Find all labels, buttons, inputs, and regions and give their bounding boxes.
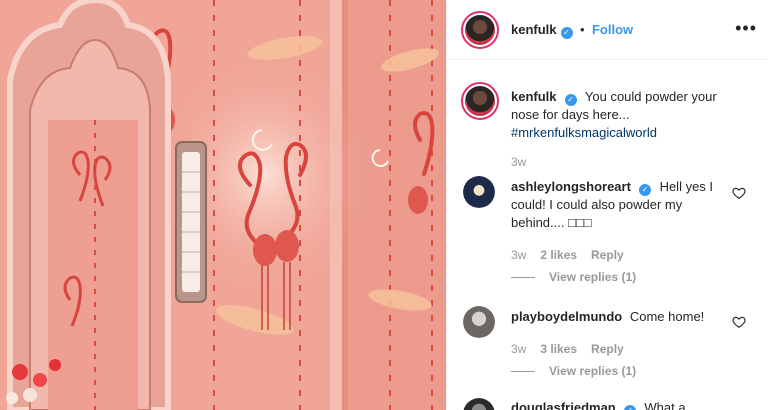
comment-meta: 3w 3 likes Reply [511, 342, 638, 356]
more-options-icon[interactable]: ••• [735, 18, 757, 39]
commenter-avatar[interactable] [463, 306, 495, 338]
comment-text: playboydelmundo Come home! [511, 308, 726, 326]
caption-time[interactable]: 3w [511, 155, 526, 169]
comment-body: What a [644, 400, 686, 410]
reply-button[interactable]: Reply [591, 342, 624, 356]
commenter-avatar[interactable] [463, 176, 495, 208]
caption-hashtag[interactable]: #mrkenfulksmagicalworld [511, 125, 657, 140]
author-line: kenfulk ✓ • Follow [511, 21, 633, 39]
comment-text: douglasfriedman ✓ What a [511, 399, 726, 410]
comment-body: Come home! [629, 309, 705, 324]
post-header: kenfulk ✓ • Follow ••• [447, 0, 768, 60]
post-side-panel: kenfulk ✓ • Follow ••• kenfulk ✓ You could… [446, 0, 768, 410]
author-username[interactable]: kenfulk [511, 22, 557, 37]
author-avatar[interactable] [461, 11, 499, 49]
powder-room-photo [0, 0, 446, 410]
verified-badge-icon: ✓ [560, 27, 573, 39]
replies-line [511, 277, 535, 279]
caption-avatar[interactable] [461, 82, 499, 120]
reply-button[interactable]: Reply [591, 248, 624, 262]
post-image[interactable] [0, 0, 446, 410]
comment-time[interactable]: 3w [511, 248, 526, 262]
comment-likes[interactable]: 3 likes [540, 342, 577, 356]
view-replies-label: View replies (1) [549, 270, 637, 284]
comment-meta: 3w 2 likes Reply [511, 248, 638, 262]
caption-username[interactable]: kenfulk [511, 89, 557, 104]
caption-text: kenfulk ✓ You could powder your nose for … [511, 88, 726, 142]
verified-badge-icon: ✓ [623, 405, 636, 410]
view-replies-button[interactable]: View replies (1) [511, 364, 636, 378]
like-heart-icon[interactable] [732, 186, 746, 200]
follow-button[interactable]: Follow [592, 22, 633, 37]
comment-text: ashleylongshoreart ✓ Hell yes I could! I … [511, 178, 726, 232]
like-heart-icon[interactable] [732, 315, 746, 329]
comment-time[interactable]: 3w [511, 342, 526, 356]
verified-badge-icon: ✓ [564, 94, 577, 106]
verified-badge-icon: ✓ [638, 184, 651, 196]
commenter-username[interactable]: playboydelmundo [511, 309, 622, 324]
comment-likes[interactable]: 2 likes [540, 248, 577, 262]
view-replies-button[interactable]: View replies (1) [511, 270, 636, 284]
commenter-avatar[interactable] [463, 398, 495, 410]
commenter-username[interactable]: douglasfriedman [511, 400, 616, 410]
replies-line [511, 371, 535, 373]
separator-dot: • [579, 22, 585, 37]
commenter-username[interactable]: ashleylongshoreart [511, 179, 631, 194]
caption-meta: 3w [511, 155, 540, 169]
view-replies-label: View replies (1) [549, 364, 637, 378]
